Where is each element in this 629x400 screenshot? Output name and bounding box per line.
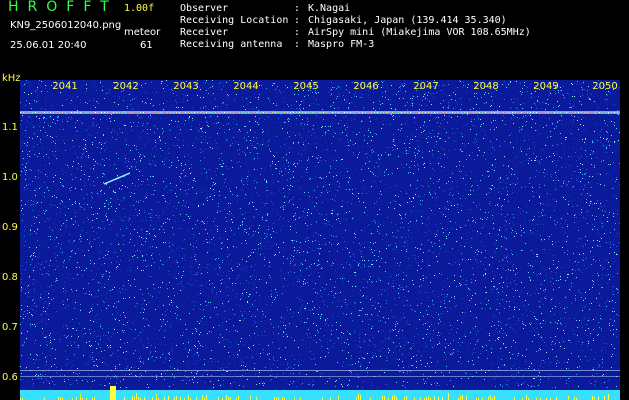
y-tick-label: 0.9 bbox=[2, 222, 18, 233]
info-value: Chigasaki, Japan (139.414 35.340) bbox=[308, 15, 507, 26]
x-tick-label: 2048 bbox=[473, 81, 499, 92]
y-tick-label: 0.8 bbox=[2, 272, 18, 283]
x-tick-label: 2044 bbox=[233, 81, 259, 92]
meteor-label: meteor bbox=[124, 27, 161, 38]
y-tick-label: 0.6 bbox=[2, 372, 18, 383]
info-value: AirSpy mini (Miakejima VOR 108.65MHz) bbox=[308, 27, 531, 38]
station-info: Observer: K.Nagai Receiving Location: Chig… bbox=[180, 3, 531, 51]
info-row-receiver: Receiver: AirSpy mini (Miakejima VOR 108.… bbox=[180, 27, 531, 38]
y-tick-label: 1.1 bbox=[2, 122, 18, 133]
y-tick-label: 0.7 bbox=[2, 322, 18, 333]
meteor-count: 61 bbox=[140, 40, 153, 51]
version-label: 1.00f bbox=[124, 3, 155, 14]
info-key: Observer bbox=[180, 3, 229, 14]
x-tick-label: 2050 bbox=[592, 81, 618, 92]
y-tick-label: 1.0 bbox=[2, 172, 18, 183]
x-tick-label: 2042 bbox=[113, 81, 139, 92]
filename-label: KN9_2506012040.png bbox=[10, 20, 122, 31]
x-tick-label: 2046 bbox=[353, 81, 379, 92]
x-tick-label: 2043 bbox=[173, 81, 199, 92]
info-value: K.Nagai bbox=[308, 3, 351, 14]
info-row-observer: Observer: K.Nagai bbox=[180, 3, 351, 14]
datetime-label: 25.06.01 20:40 bbox=[10, 40, 87, 51]
y-axis-unit: kHz bbox=[2, 73, 21, 84]
info-row-location: Receiving Location: Chigasaki, Japan (139… bbox=[180, 15, 507, 26]
info-key: Receiving Location bbox=[180, 15, 289, 26]
info-row-antenna: Receiving antenna: Maspro FM-3 bbox=[180, 39, 375, 50]
spectrogram-plot bbox=[20, 80, 620, 400]
x-tick-label: 2045 bbox=[293, 81, 319, 92]
info-key: Receiving antenna bbox=[180, 39, 283, 50]
x-tick-label: 2049 bbox=[533, 81, 559, 92]
spectrogram-canvas bbox=[20, 80, 620, 400]
x-tick-label: 2041 bbox=[52, 81, 78, 92]
info-value: Maspro FM-3 bbox=[308, 39, 375, 50]
info-key: Receiver bbox=[180, 27, 229, 38]
app-title: HROFFT bbox=[8, 0, 118, 15]
x-tick-label: 2047 bbox=[413, 81, 439, 92]
